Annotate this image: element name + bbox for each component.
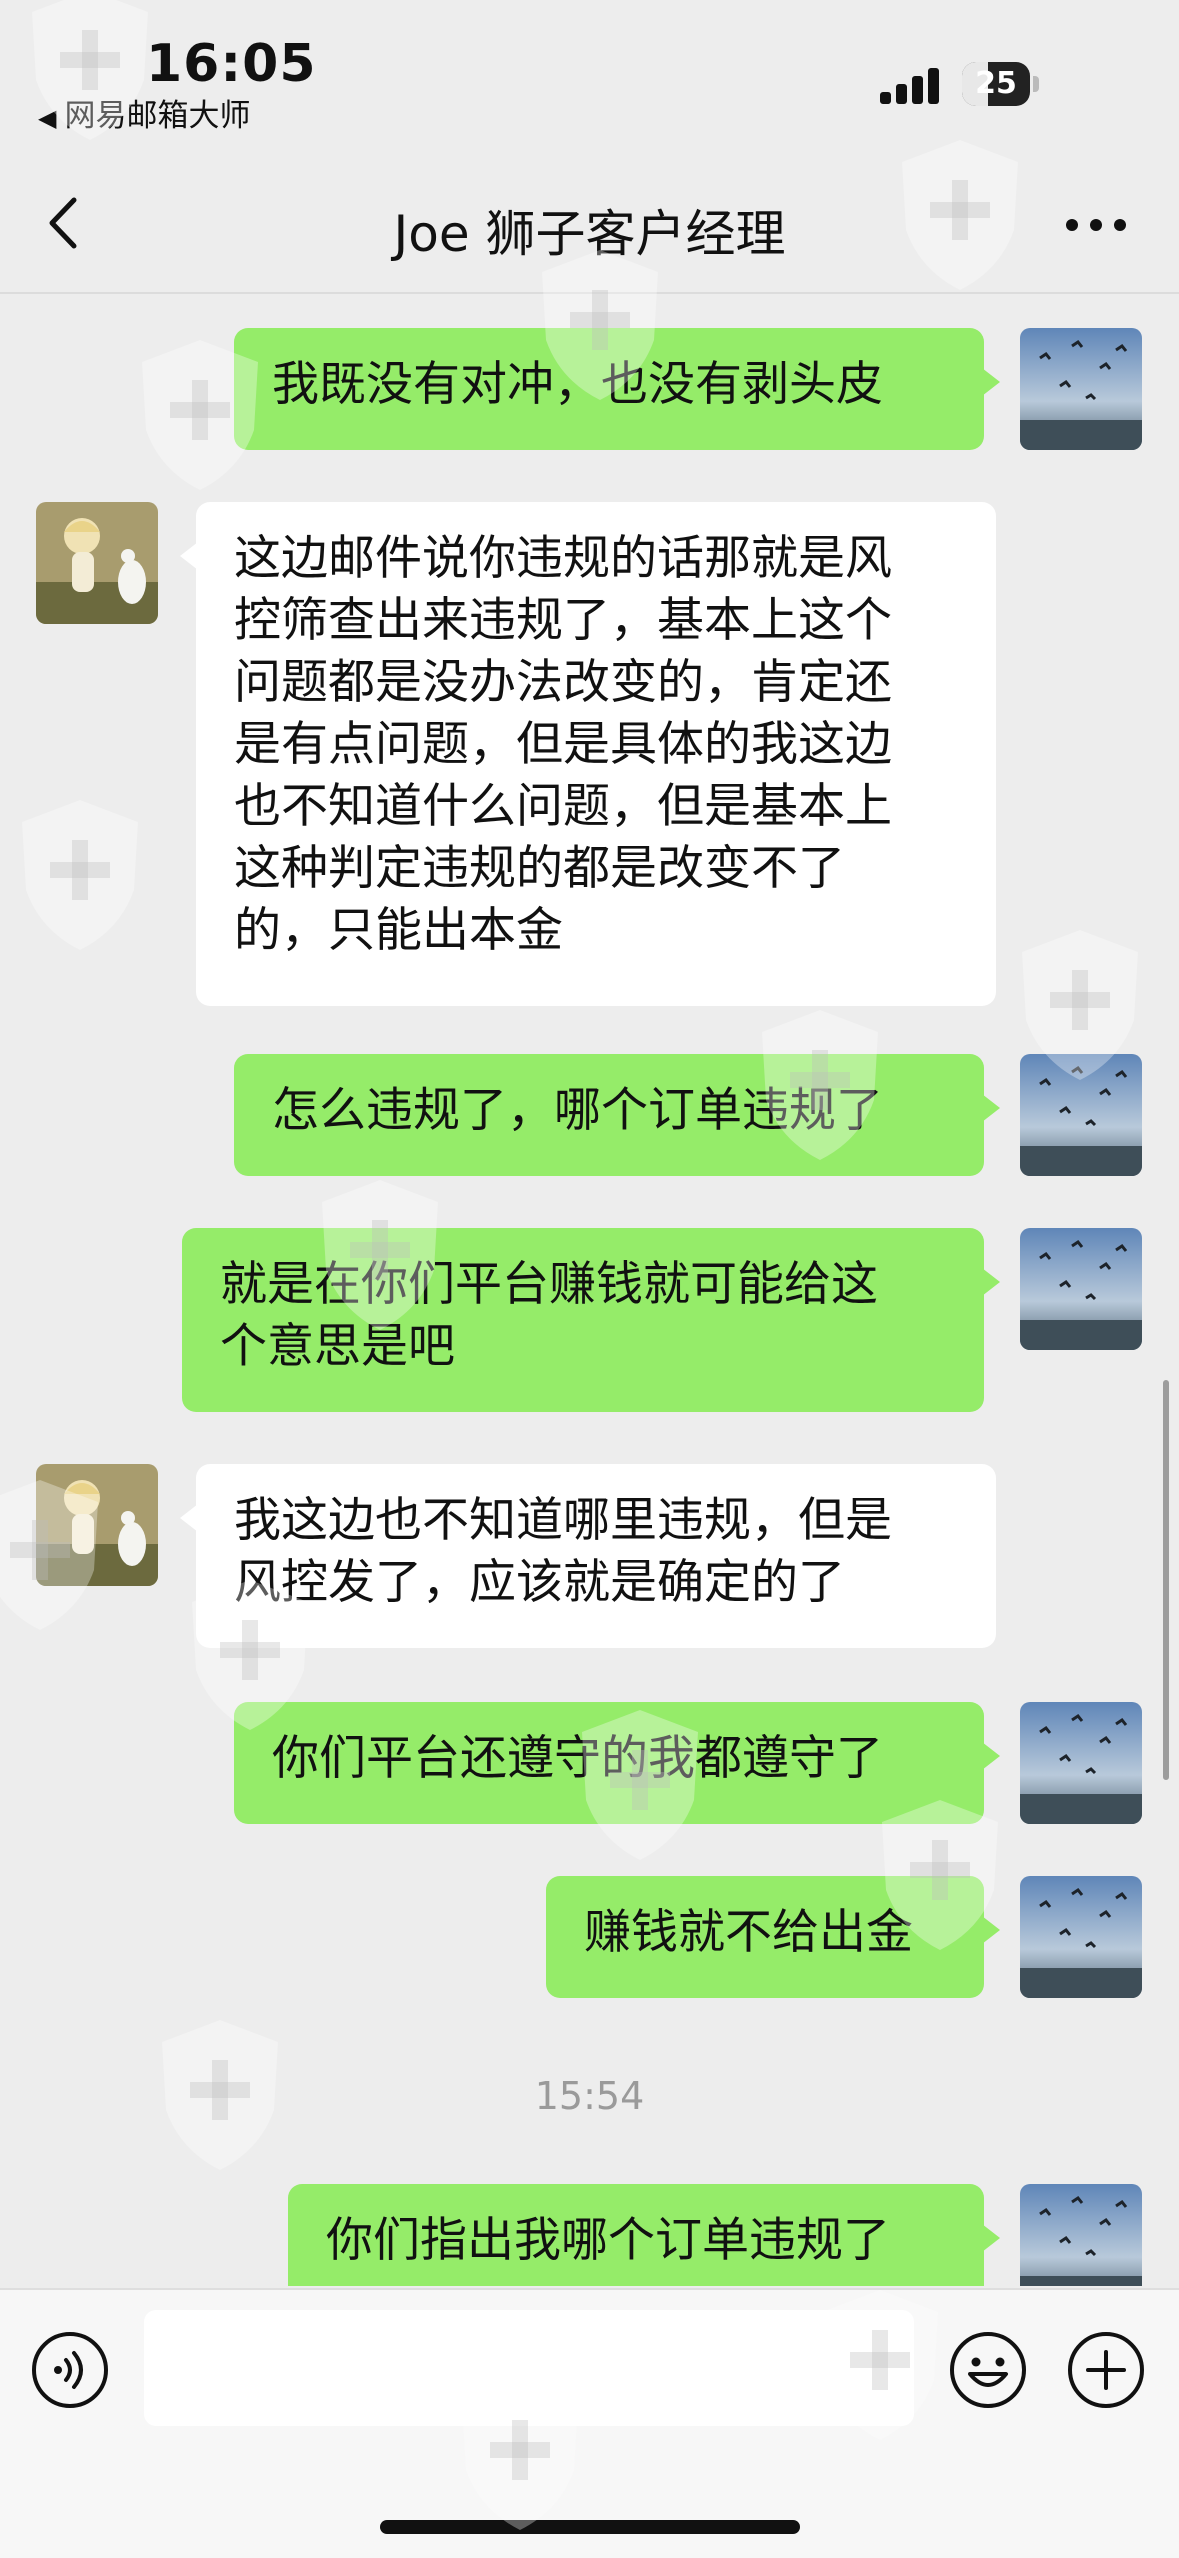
- message-text: 我既没有对冲，也没有剥头皮: [272, 357, 883, 412]
- chat-area[interactable]: 我既没有对冲，也没有剥头皮 这边邮件说你违规的话那就是风 控筛查出来违规了，基本…: [0, 294, 1179, 2286]
- chat-title: Joe 狮子客户经理: [393, 205, 786, 263]
- my-avatar[interactable]: [1020, 2184, 1142, 2286]
- home-indicator[interactable]: [380, 2520, 800, 2534]
- message-text: 你们平台还遵守的我都遵守了: [272, 1731, 883, 1786]
- battery-level: 25: [975, 66, 1017, 101]
- message-row: 你们平台还遵守的我都遵守了: [0, 1702, 1179, 1824]
- status-bar: 16:05 ◀ 网易邮箱大师 25: [0, 0, 1179, 150]
- message-text: 赚钱就不给出金: [584, 1905, 913, 1960]
- status-time: 16:05: [146, 34, 317, 94]
- emoji-icon[interactable]: [948, 2330, 1028, 2410]
- contact-avatar[interactable]: [36, 502, 158, 624]
- message-row: 我这边也不知道哪里违规，但是 风控发了，应该就是确定的了: [0, 1464, 1179, 1648]
- my-avatar[interactable]: [1020, 1054, 1142, 1176]
- message-row: 我既没有对冲，也没有剥头皮: [0, 328, 1179, 450]
- back-triangle-icon: ◀: [38, 104, 57, 132]
- message-line: 这边邮件说你违规的话那就是风: [234, 531, 892, 586]
- message-bubble-other[interactable]: 这边邮件说你违规的话那就是风 控筛查出来违规了，基本上这个 问题都是没办法改变的…: [180, 502, 996, 1006]
- input-bar: [0, 2288, 1179, 2558]
- message-row: 你们指出我哪个订单违规了: [0, 2184, 1179, 2286]
- message-bubble-me[interactable]: 我既没有对冲，也没有剥头皮: [234, 328, 1000, 450]
- message-line: 的，只能出本金: [234, 903, 563, 958]
- message-line: 我这边也不知道哪里违规，但是: [234, 1493, 892, 1548]
- my-avatar[interactable]: [1020, 328, 1142, 450]
- message-line: 也不知道什么问题，但是基本上: [234, 779, 892, 834]
- message-row: 就是在你们平台赚钱就可能给这 个意思是吧: [0, 1228, 1179, 1412]
- plus-icon[interactable]: [1066, 2330, 1146, 2410]
- message-bubble-other[interactable]: 我这边也不知道哪里违规，但是 风控发了，应该就是确定的了: [180, 1464, 996, 1648]
- message-row: 怎么违规了，哪个订单违规了: [0, 1054, 1179, 1176]
- message-bubble-me[interactable]: 就是在你们平台赚钱就可能给这 个意思是吧: [182, 1228, 1000, 1412]
- message-text: 怎么违规了，哪个订单违规了: [272, 1083, 883, 1138]
- message-line: 风控发了，应该就是确定的了: [234, 1555, 845, 1610]
- message-line: 是有点问题，但是具体的我这边: [234, 717, 892, 772]
- nav-bar: Joe 狮子客户经理: [0, 150, 1179, 294]
- my-avatar[interactable]: [1020, 1702, 1142, 1824]
- message-bubble-me[interactable]: 你们平台还遵守的我都遵守了: [234, 1702, 1000, 1824]
- battery-icon: 25: [962, 62, 1040, 106]
- message-timestamp: 15:54: [534, 2074, 645, 2118]
- message-line: 就是在你们平台赚钱就可能给这: [220, 1257, 878, 1312]
- message-text: 你们指出我哪个订单违规了: [326, 2213, 890, 2268]
- chat-scrollbar[interactable]: [1163, 1380, 1169, 1780]
- back-app-label: 网易邮箱大师: [64, 98, 251, 134]
- message-bubble-me[interactable]: 赚钱就不给出金: [546, 1876, 1000, 1998]
- contact-avatar[interactable]: [36, 1464, 158, 1586]
- message-row: 赚钱就不给出金: [0, 1876, 1179, 1998]
- signal-icon: [880, 64, 952, 104]
- message-line: 这种判定违规的都是改变不了: [234, 841, 845, 896]
- my-avatar[interactable]: [1020, 1228, 1142, 1350]
- message-line: 个意思是吧: [220, 1319, 455, 1374]
- my-avatar[interactable]: [1020, 1876, 1142, 1998]
- message-line: 控筛查出来违规了，基本上这个: [234, 593, 892, 648]
- voice-icon[interactable]: [30, 2330, 110, 2410]
- message-bubble-me[interactable]: 你们指出我哪个订单违规了: [288, 2184, 1000, 2286]
- message-row: 这边邮件说你违规的话那就是风 控筛查出来违规了，基本上这个 问题都是没办法改变的…: [0, 502, 1179, 1006]
- more-dots-icon[interactable]: [1058, 210, 1138, 240]
- back-to-app-link[interactable]: ◀ 网易邮箱大师: [38, 90, 250, 135]
- message-input[interactable]: [144, 2310, 914, 2426]
- message-bubble-me[interactable]: 怎么违规了，哪个订单违规了: [234, 1054, 1000, 1176]
- message-line: 问题都是没办法改变的，肯定还: [234, 655, 892, 710]
